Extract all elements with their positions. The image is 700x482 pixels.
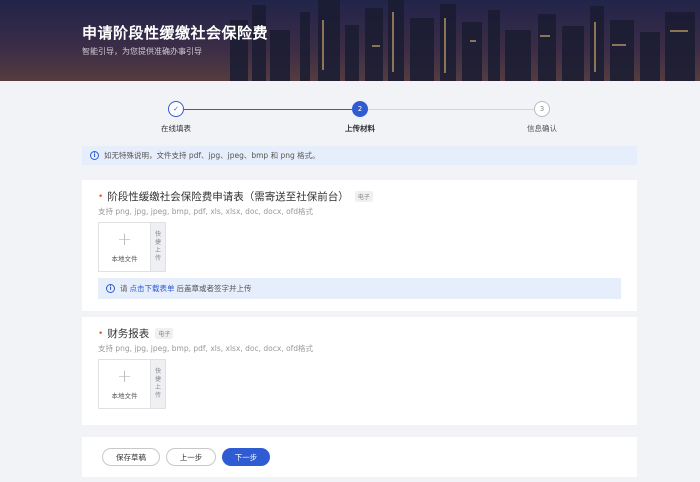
page-subtitle: 智能引导，为您提供准确办事引导 (82, 47, 202, 56)
action-bar: 保存草稿 上一步 下一步 (82, 437, 637, 477)
local-file-label: 本地文件 (111, 392, 138, 400)
step-connector-todo (368, 109, 534, 110)
info-icon: i (106, 284, 115, 293)
material-title: • 财务报表 电子 (98, 326, 174, 341)
material-title: • 阶段性缓缴社会保险费申请表（需寄送至社保前台） 电子 (98, 189, 373, 204)
download-hint: i 请 点击下载表单 后盖章或者签字并上传 (98, 278, 621, 299)
hint-suffix: 后盖章或者签字并上传 (176, 284, 252, 293)
step-connector-done (184, 109, 352, 110)
material-title-text: 财务报表 (107, 328, 150, 340)
required-asterisk: • (98, 328, 104, 339)
quick-upload-button[interactable]: 快捷上传 (150, 222, 166, 272)
material-card-financial-statement: • 财务报表 电子 支持 png, jpg, jpeg, bmp, pdf, x… (82, 317, 637, 425)
notice-text: 如无特殊说明，文件支持 pdf、jpg、jpeg、bmp 和 png 格式。 (104, 151, 320, 160)
info-icon: i (90, 151, 99, 160)
hint-prefix: 请 (120, 284, 128, 293)
step-2-number: 2 (352, 101, 368, 117)
local-file-upload-button[interactable]: + 本地文件 (98, 359, 150, 409)
step-3-number: 3 (534, 101, 550, 117)
format-notice: i 如无特殊说明，文件支持 pdf、jpg、jpeg、bmp 和 png 格式。 (82, 146, 637, 165)
progress-steps: ✓ 在线填表 2 上传材料 3 信息确认 (0, 81, 700, 137)
material-card-application-form: • 阶段性缓缴社会保险费申请表（需寄送至社保前台） 电子 支持 png, jpg… (82, 180, 637, 311)
electronic-tag: 电子 (354, 191, 373, 202)
save-draft-button[interactable]: 保存草稿 (102, 448, 160, 466)
supported-formats: 支持 png, jpg, jpeg, bmp, pdf, xls, xlsx, … (98, 207, 314, 216)
plus-icon: + (116, 366, 133, 387)
page-title: 申请阶段性缓缴社会保险费 (82, 24, 269, 42)
next-step-button[interactable]: 下一步 (222, 448, 270, 466)
material-title-text: 阶段性缓缴社会保险费申请表（需寄送至社保前台） (107, 191, 349, 203)
plus-icon: + (116, 229, 133, 250)
supported-formats: 支持 png, jpg, jpeg, bmp, pdf, xls, xlsx, … (98, 344, 314, 353)
step-2-label: 上传材料 (345, 124, 375, 133)
upload-box: + 本地文件 快捷上传 (98, 359, 166, 409)
local-file-upload-button[interactable]: + 本地文件 (98, 222, 150, 272)
header-banner: 申请阶段性缓缴社会保险费 智能引导，为您提供准确办事引导 (0, 0, 700, 81)
step-1-check-icon: ✓ (168, 101, 184, 117)
step-3-label: 信息确认 (527, 124, 557, 133)
required-asterisk: • (98, 191, 104, 202)
download-form-link[interactable]: 点击下载表单 (130, 283, 175, 294)
local-file-label: 本地文件 (111, 255, 138, 263)
prev-step-button[interactable]: 上一步 (166, 448, 216, 466)
electronic-tag: 电子 (155, 328, 174, 339)
quick-upload-button[interactable]: 快捷上传 (150, 359, 166, 409)
upload-box: + 本地文件 快捷上传 (98, 222, 166, 272)
step-1-label: 在线填表 (161, 124, 191, 133)
